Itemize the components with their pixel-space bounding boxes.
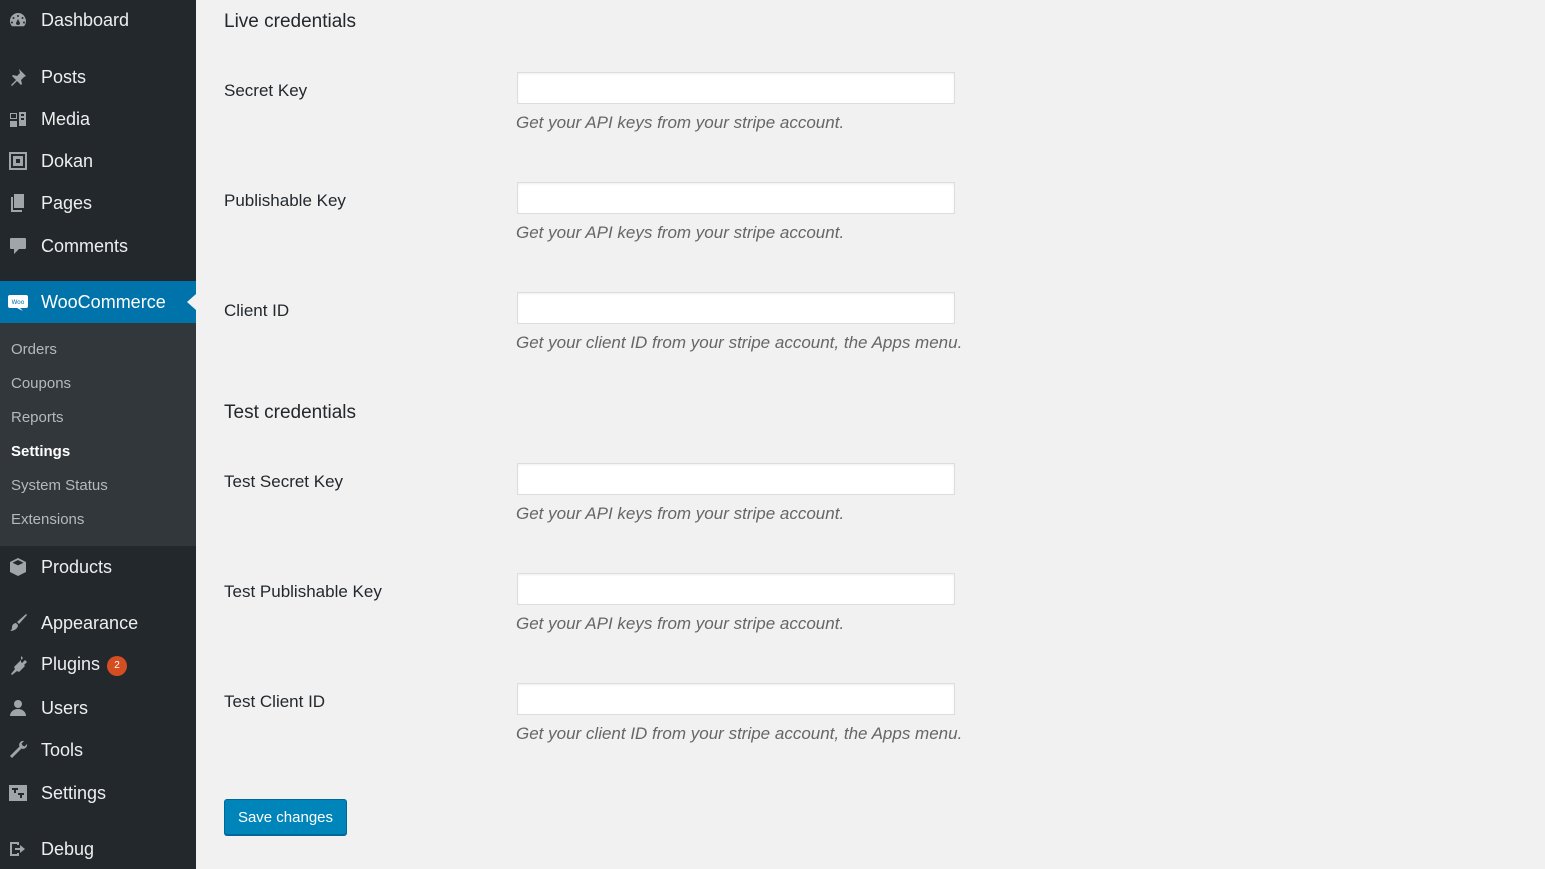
menu-label: Settings: [41, 782, 107, 803]
menu-item-dokan[interactable]: Dokan: [0, 141, 196, 181]
submenu-item-orders[interactable]: Orders: [11, 341, 57, 358]
secret-key-label: Secret Key: [224, 81, 308, 100]
client-id-input[interactable]: [517, 292, 955, 324]
menu-item-tools[interactable]: Tools: [0, 730, 196, 770]
live-credentials-heading: Live credentials: [224, 11, 357, 32]
submenu-item-coupons[interactable]: Coupons: [11, 375, 71, 392]
menu-item-woocommerce[interactable]: Woo WooCommerce: [0, 281, 196, 323]
menu-label: Users: [41, 697, 89, 718]
svg-text:Woo: Woo: [12, 299, 25, 306]
menu-item-settings[interactable]: Settings: [0, 773, 196, 813]
update-count-badge: 2: [107, 656, 128, 676]
publishable-key-input[interactable]: [517, 182, 955, 214]
test-publishable-key-input[interactable]: [517, 573, 955, 605]
secret-key-description: Get your API keys from your stripe accou…: [516, 113, 845, 132]
submenu-item-system-status[interactable]: System Status: [11, 477, 108, 494]
pages-icon: [8, 193, 28, 213]
active-indicator-arrow: [187, 294, 196, 310]
menu-label: Posts: [41, 66, 87, 87]
save-changes-button[interactable]: Save changes: [224, 799, 347, 835]
settings-icon: [8, 783, 28, 803]
client-id-label: Client ID: [224, 301, 290, 320]
exit-icon: [8, 839, 28, 859]
woocommerce-icon: Woo: [8, 292, 28, 312]
wrench-icon: [8, 740, 28, 760]
menu-item-users[interactable]: Users: [0, 688, 196, 728]
menu-item-comments[interactable]: Comments: [0, 226, 196, 266]
menu-label: Dokan: [41, 150, 94, 171]
submenu-item-reports[interactable]: Reports: [11, 409, 64, 426]
submenu-item-extensions[interactable]: Extensions: [11, 511, 84, 528]
menu-label: Media: [41, 108, 91, 129]
dokan-icon: [8, 151, 28, 171]
menu-label: Comments: [41, 235, 129, 256]
test-publishable-key-description: Get your API keys from your stripe accou…: [516, 614, 845, 633]
user-icon: [8, 698, 28, 718]
menu-item-posts[interactable]: Posts: [0, 57, 196, 97]
comment-icon: [8, 236, 28, 256]
menu-label: Plugins 2: [41, 654, 128, 676]
publishable-key-description: Get your API keys from your stripe accou…: [516, 223, 845, 242]
woocommerce-submenu: Orders Coupons Reports Settings System S…: [0, 323, 196, 546]
menu-label: WooCommerce: [41, 291, 166, 312]
menu-label-text: Plugins: [41, 654, 101, 674]
menu-label: Pages: [41, 192, 93, 213]
menu-item-media[interactable]: Media: [0, 99, 196, 139]
menu-label: Debug: [41, 838, 95, 859]
menu-label: Appearance: [41, 612, 139, 633]
publishable-key-label: Publishable Key: [224, 191, 346, 210]
pin-icon: [8, 67, 28, 87]
products-icon: [8, 557, 28, 577]
client-id-description: Get your client ID from your stripe acco…: [516, 333, 963, 352]
menu-label: Products: [41, 556, 113, 577]
test-client-id-input[interactable]: [517, 683, 955, 715]
settings-main: Live credentials Secret Key Get your API…: [196, 0, 1545, 869]
test-client-id-description: Get your client ID from your stripe acco…: [516, 724, 963, 743]
menu-item-plugins[interactable]: Plugins 2: [0, 645, 196, 685]
test-credentials-heading: Test credentials: [224, 402, 357, 423]
menu-label: Tools: [41, 739, 84, 760]
test-secret-key-label: Test Secret Key: [224, 472, 344, 491]
menu-label: Dashboard: [41, 9, 130, 30]
test-client-id-label: Test Client ID: [224, 692, 326, 711]
menu-item-appearance[interactable]: Appearance: [0, 603, 196, 643]
menu-item-pages[interactable]: Pages: [0, 183, 196, 223]
dashboard-icon: [8, 10, 28, 30]
admin-sidebar: Dashboard Posts Media Dokan Pages Commen…: [0, 0, 196, 869]
menu-item-dashboard[interactable]: Dashboard: [0, 0, 196, 40]
test-secret-key-description: Get your API keys from your stripe accou…: [516, 504, 845, 523]
test-secret-key-input[interactable]: [517, 463, 955, 495]
submenu-item-settings[interactable]: Settings: [11, 443, 70, 460]
media-icon: [8, 109, 28, 129]
brush-icon: [8, 613, 28, 633]
plugin-icon: [8, 655, 28, 675]
menu-item-products[interactable]: Products: [0, 547, 196, 587]
menu-item-debug[interactable]: Debug: [0, 829, 196, 869]
test-publishable-key-label: Test Publishable Key: [224, 582, 382, 601]
secret-key-input[interactable]: [517, 72, 955, 104]
